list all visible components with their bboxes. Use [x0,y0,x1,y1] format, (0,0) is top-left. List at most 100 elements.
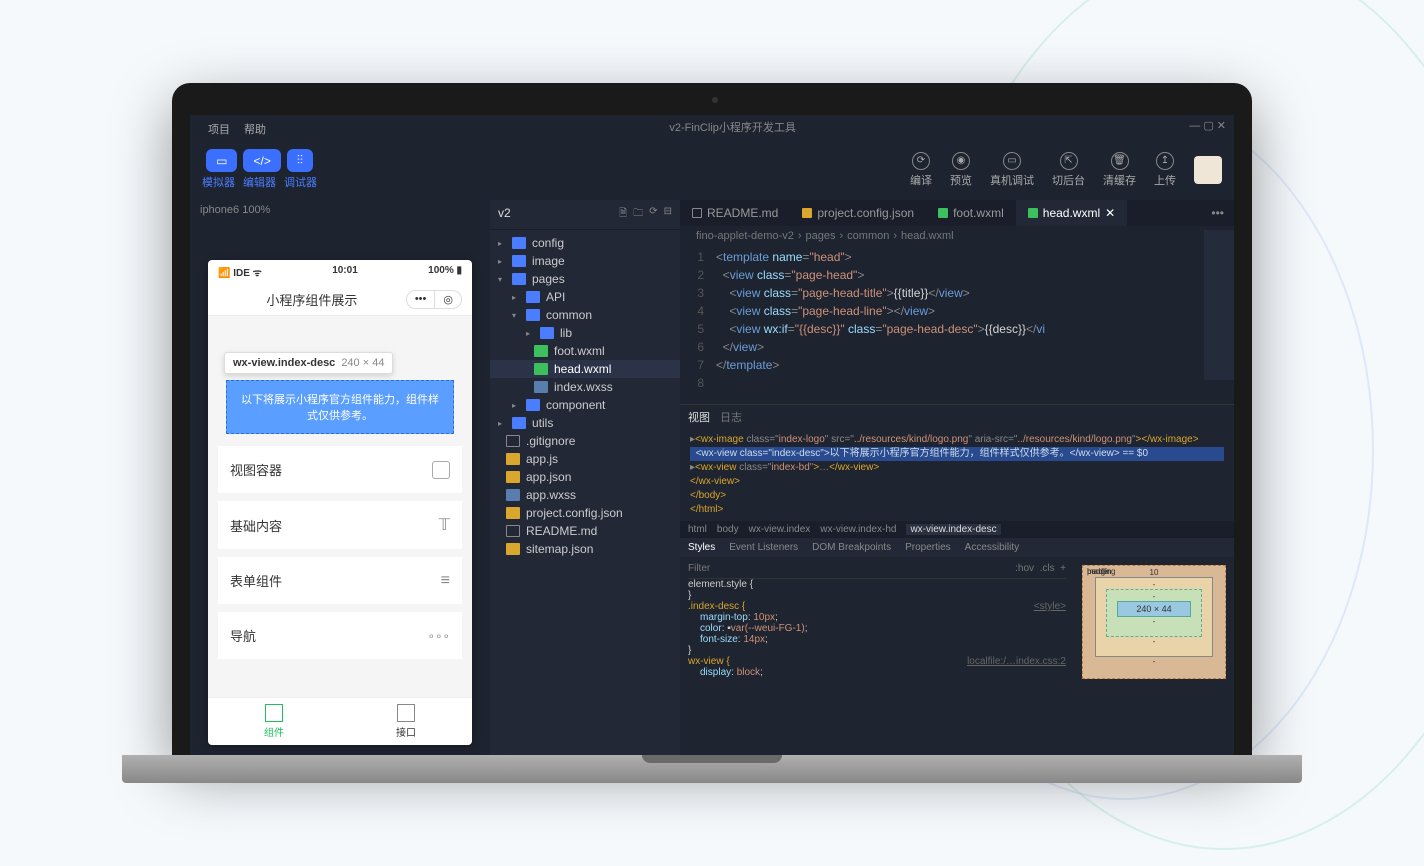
tree-file[interactable]: app.json [490,468,680,486]
styles-panel[interactable]: Filter :hov .cls + element.style { } .in… [680,557,1074,755]
action-clear[interactable]: 🗑清缓存 [1103,152,1136,188]
devtools-tab-view[interactable]: 视图 [688,409,710,425]
user-avatar[interactable] [1194,156,1222,184]
tree-folder[interactable]: ▸API [490,288,680,306]
tree-folder[interactable]: ▸image [490,252,680,270]
highlighted-element[interactable]: 以下将展示小程序官方组件能力，组件样式仅供参考。 [226,380,454,434]
action-preview[interactable]: ◉预览 [950,152,972,188]
action-remote[interactable]: ▭真机调试 [990,152,1034,188]
dom-breadcrumb[interactable]: htmlbodywx-view.indexwx-view.index-hdwx-… [680,521,1234,538]
tree-file[interactable]: app.wxss [490,486,680,504]
tree-folder[interactable]: ▾pages [490,270,680,288]
new-folder-icon[interactable]: 🗀 [633,206,643,223]
toggle-simulator-label[interactable]: 模拟器 [202,174,235,190]
tree-folder[interactable]: ▸component [490,396,680,414]
editor-area: README.md project.config.json foot.wxml … [680,200,1234,755]
explorer-root[interactable]: v2 [498,206,511,223]
status-battery: 100% ▮ [428,265,462,279]
styles-filter[interactable]: Filter [688,563,710,574]
toggle-simulator-icon[interactable]: ▭ [206,149,237,172]
action-upload[interactable]: ↥上传 [1154,152,1176,188]
window-titlebar: 项目 帮助 v2-FinClip小程序开发工具 — ▢ ✕ [190,115,1234,143]
api-icon [397,704,415,722]
window-title: v2-FinClip小程序开发工具 [669,119,796,139]
styles-tab[interactable]: Styles [688,542,715,553]
tabbar-component[interactable]: 组件 [208,698,340,745]
minimap[interactable] [1204,230,1234,380]
remote-icon: ▭ [1003,152,1021,170]
tab-readme[interactable]: README.md [680,200,790,226]
tabs-overflow[interactable]: ••• [1201,206,1234,220]
tooltip-dimensions: 240 × 44 [341,357,384,369]
devtools-panel: 视图 日志 ▸<wx-image class="index-logo" src=… [680,404,1234,755]
add-rule-icon[interactable]: + [1060,563,1066,574]
toggle-editor-icon[interactable]: </> [243,149,280,172]
new-file-icon[interactable]: 🗎 [619,206,627,223]
window-controls[interactable]: — ▢ ✕ [1189,119,1226,139]
list-item[interactable]: 基础内容𝕋 [218,501,462,549]
file-explorer: v2 🗎 🗀 ⟳ ⊟ ▸config ▸image ▾pages ▸API [490,200,680,755]
action-compile[interactable]: ⟳编译 [910,152,932,188]
list-item[interactable]: 表单组件≡ [218,557,462,604]
dom-inspector[interactable]: ▸<wx-image class="index-logo" src="../re… [680,429,1234,521]
tree-file[interactable]: foot.wxml [490,342,680,360]
tree-file[interactable]: .gitignore [490,432,680,450]
simulator-device-info[interactable]: iphone6 100% [190,200,490,220]
phone-preview: 📶 IDE ᯤ 10:01 100% ▮ 小程序组件展示 •••◎ wx-vie… [208,260,472,745]
collapse-icon[interactable]: ⊟ [664,206,672,223]
tree-folder[interactable]: ▸lib [490,324,680,342]
toggle-debugger-label[interactable]: 调试器 [284,174,317,190]
tree-file[interactable]: README.md [490,522,680,540]
tooltip-selector: wx-view.index-desc [233,357,335,369]
close-circle-icon[interactable]: ◎ [435,291,461,308]
tab-head[interactable]: head.wxml✕ [1016,200,1127,226]
refresh-icon[interactable]: ⟳ [649,206,657,223]
background-icon: ⇱ [1060,152,1078,170]
action-background[interactable]: ⇱切后台 [1052,152,1085,188]
close-tab-icon[interactable]: ✕ [1105,206,1115,220]
tab-projconfig[interactable]: project.config.json [790,200,926,226]
cls-toggle[interactable]: .cls [1040,563,1055,574]
tree-folder[interactable]: ▸utils [490,414,680,432]
tree-folder[interactable]: ▾common [490,306,680,324]
container-icon [432,461,450,479]
upload-icon: ↥ [1156,152,1174,170]
tree-file[interactable]: sitemap.json [490,540,680,558]
text-icon: 𝕋 [439,515,450,535]
tab-foot[interactable]: foot.wxml [926,200,1016,226]
clear-icon: 🗑 [1111,152,1129,170]
status-time: 10:01 [332,265,358,279]
tree-file[interactable]: head.wxml [490,360,680,378]
component-icon [265,704,283,722]
inspector-tooltip: wx-view.index-desc 240 × 44 [224,352,393,374]
menu-help[interactable]: 帮助 [244,121,266,137]
toggle-debugger-icon[interactable]: ⫶⫶ [287,149,313,172]
compile-icon: ⟳ [912,152,930,170]
box-model[interactable]: margin 10 border - padding - 240 × 4 [1074,557,1234,755]
code-editor[interactable]: 1<template name="head"> 2 <view class="p… [680,246,1234,404]
list-item[interactable]: 导航∘∘∘ [218,612,462,659]
tabbar-api[interactable]: 接口 [340,698,472,745]
tree-file[interactable]: index.wxss [490,378,680,396]
breadcrumb[interactable]: fino-applet-demo-v2›pages›common›head.wx… [680,226,1234,246]
tree-file[interactable]: project.config.json [490,504,680,522]
accessibility-tab[interactable]: Accessibility [965,542,1019,553]
laptop-frame: 项目 帮助 v2-FinClip小程序开发工具 — ▢ ✕ ▭ </> ⫶⫶ [172,83,1252,783]
devtools-tab-log[interactable]: 日志 [720,409,742,425]
properties-tab[interactable]: Properties [905,542,951,553]
nav-icon: ∘∘∘ [427,629,450,643]
ide-window: 项目 帮助 v2-FinClip小程序开发工具 — ▢ ✕ ▭ </> ⫶⫶ [190,115,1234,755]
menu-dots-icon[interactable]: ••• [407,291,436,308]
page-title: 小程序组件展示 [218,290,406,309]
hov-toggle[interactable]: :hov [1015,563,1034,574]
menu-project[interactable]: 项目 [208,121,230,137]
toggle-editor-label[interactable]: 编辑器 [243,174,276,190]
list-item[interactable]: 视图容器 [218,446,462,493]
list-icon: ≡ [441,572,450,590]
dom-breakpoints-tab[interactable]: DOM Breakpoints [812,542,891,553]
capsule-button[interactable]: •••◎ [406,290,462,309]
tree-folder[interactable]: ▸config [490,234,680,252]
tree-file[interactable]: app.js [490,450,680,468]
listeners-tab[interactable]: Event Listeners [729,542,798,553]
preview-icon: ◉ [952,152,970,170]
